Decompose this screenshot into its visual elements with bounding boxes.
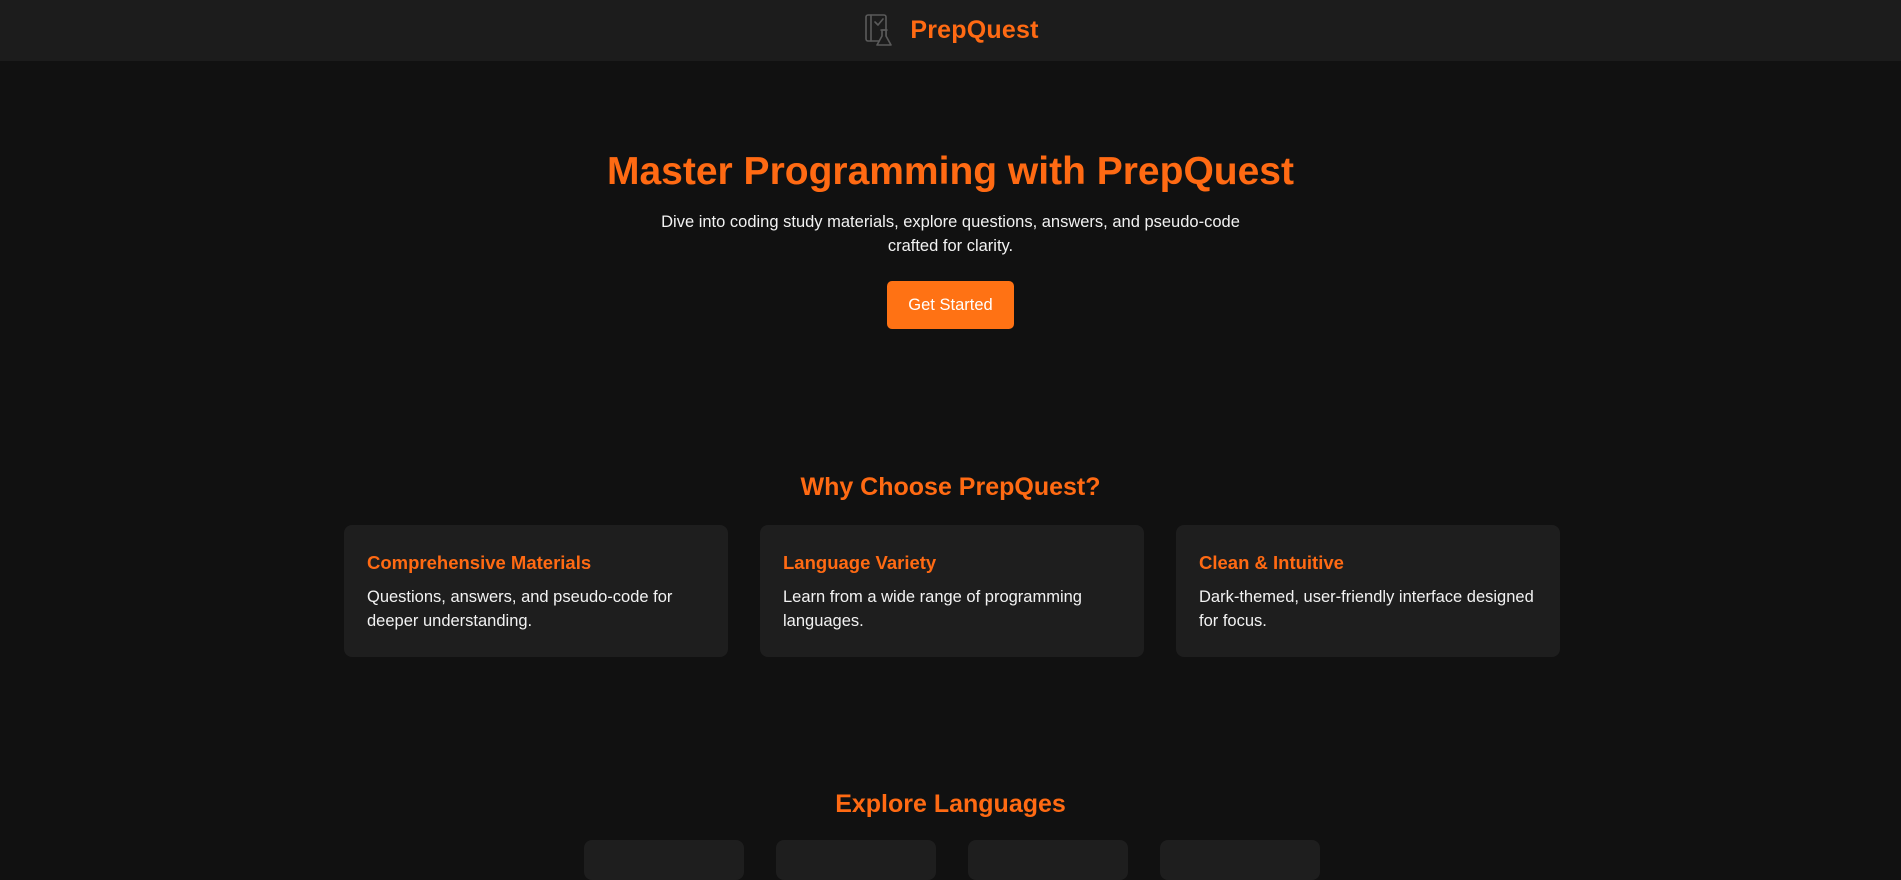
why-section: Why Choose PrepQuest? [0,470,1901,504]
language-tile[interactable] [776,840,936,880]
feature-card-description: Learn from a wide range of programming l… [783,588,1082,630]
feature-card-title: Comprehensive Materials [367,552,592,573]
hero-title: Master Programming with PrepQuest [607,150,1294,193]
language-tiles [584,840,1320,880]
language-tile[interactable] [1160,840,1320,880]
feature-card-interface: Clean & Intuitive Dark-themed, user-frie… [1176,525,1560,657]
explore-title: Explore Languages [835,790,1066,818]
notebook-flask-icon[interactable] [862,12,896,50]
feature-card-description: Questions, answers, and pseudo-code for … [367,588,673,630]
hero-section: Master Programming with PrepQuest Dive i… [0,148,1901,329]
feature-card-title: Language Variety [783,552,937,573]
top-navbar: PrepQuest [0,0,1901,61]
feature-cards: Comprehensive Materials Questions, answe… [344,525,1560,657]
feature-card-title: Clean & Intuitive [1199,552,1344,573]
language-tile[interactable] [968,840,1128,880]
feature-card-materials: Comprehensive Materials Questions, answe… [344,525,728,657]
feature-card-languages: Language Variety Learn from a wide range… [760,525,1144,657]
explore-section: Explore Languages [0,787,1901,821]
feature-card-description: Dark-themed, user-friendly interface des… [1199,588,1534,630]
get-started-button[interactable]: Get Started [887,281,1014,329]
hero-subtitle: Dive into coding study materials, explor… [661,213,1240,255]
why-title: Why Choose PrepQuest? [800,473,1101,501]
brand-name[interactable]: PrepQuest [910,16,1038,45]
language-tile[interactable] [584,840,744,880]
